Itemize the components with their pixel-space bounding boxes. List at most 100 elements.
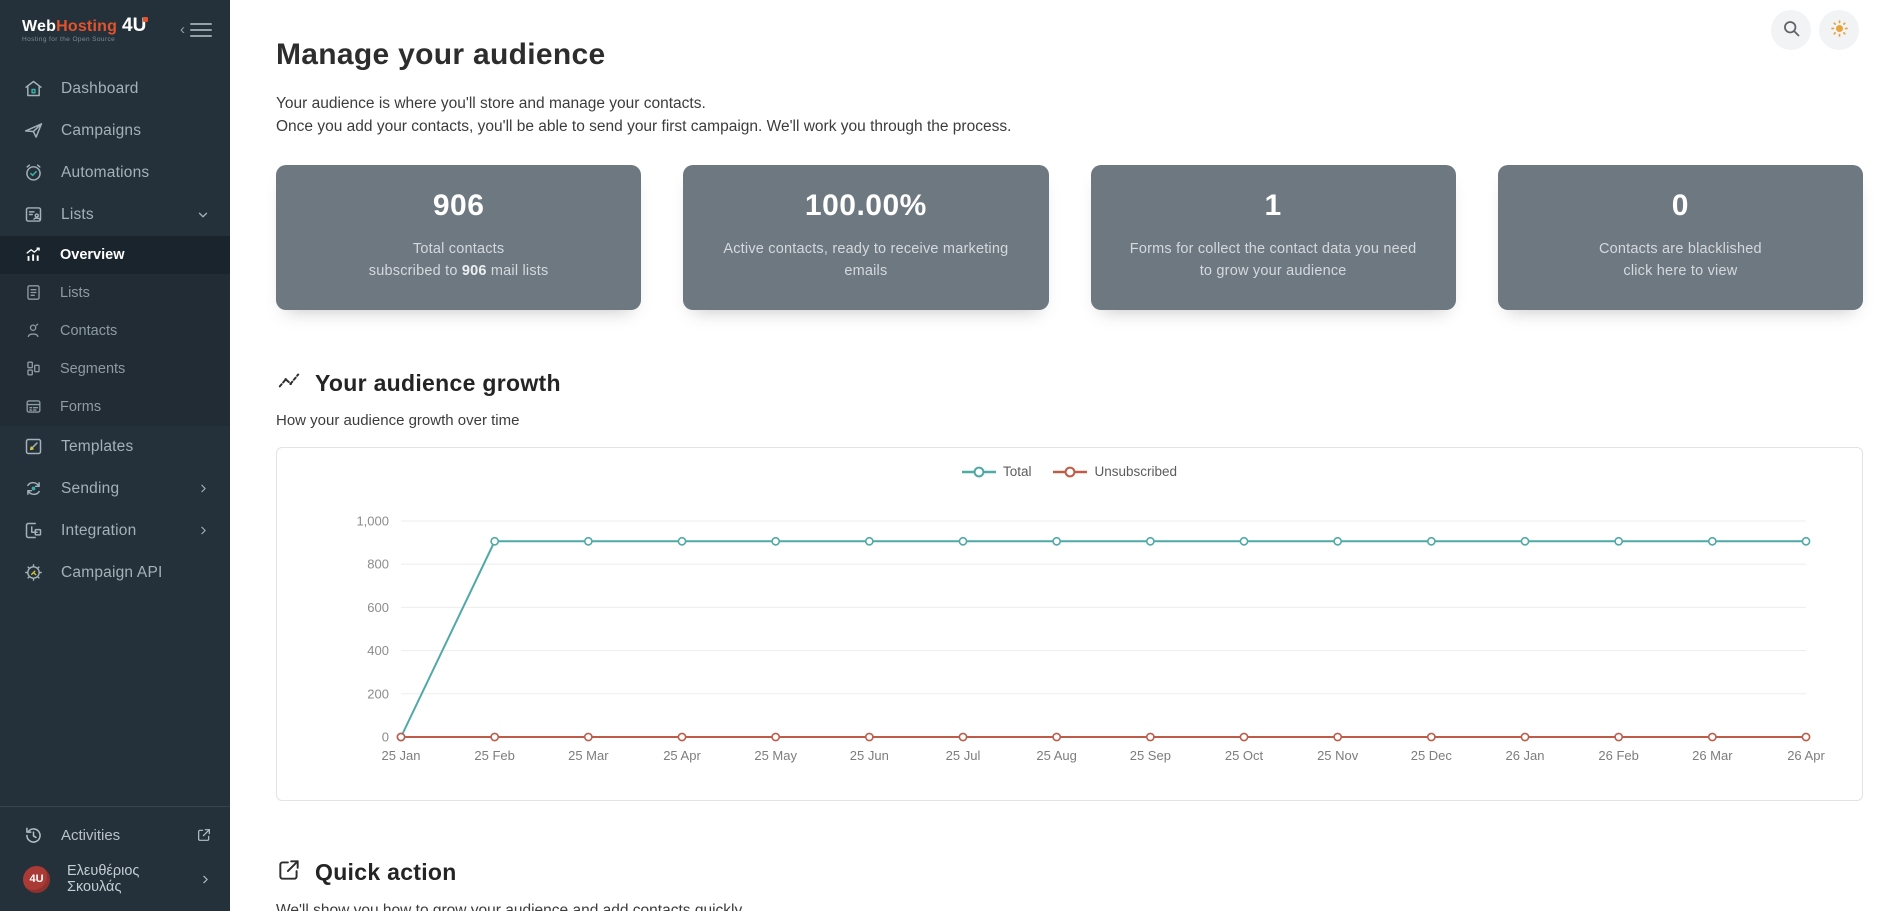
svg-text:0: 0 bbox=[382, 730, 389, 745]
legend-item-total[interactable]: Total bbox=[961, 464, 1032, 480]
svg-text:25 Nov: 25 Nov bbox=[1317, 748, 1359, 763]
history-clock-icon bbox=[23, 825, 44, 846]
sidebar-item-integration[interactable]: Integration bbox=[0, 510, 230, 552]
svg-text:800: 800 bbox=[367, 557, 389, 572]
sidebar-item-label: Overview bbox=[60, 246, 125, 263]
chevron-right-icon bbox=[199, 873, 212, 886]
stat-card-total-contacts: 906 Total contacts subscribed to 906 mai… bbox=[276, 164, 642, 311]
stat-card-active-contacts: 100.00% Active contacts, ready to receiv… bbox=[683, 164, 1049, 311]
sidebar-item-sending[interactable]: Sending bbox=[0, 468, 230, 510]
stat-card-blacklisted[interactable]: 0 Contacts are blacklished click here to… bbox=[1497, 164, 1863, 311]
stat-label: Total contacts subscribed to 906 mail li… bbox=[292, 238, 625, 283]
id-card-icon bbox=[23, 204, 44, 225]
stat-line-1: Active contacts, ready to receive market… bbox=[723, 240, 1009, 257]
legend-label: Unsubscribed bbox=[1094, 464, 1178, 480]
sidebar-item-campaigns[interactable]: Campaigns bbox=[0, 110, 230, 152]
sidebar-item-templates[interactable]: Templates bbox=[0, 426, 230, 468]
logo-row: WebHosting Hosting for the Open Source 4… bbox=[0, 0, 230, 58]
legend-marker-icon bbox=[961, 466, 996, 478]
growth-section-title: Your audience growth bbox=[315, 370, 561, 397]
main-content: Manage your audience Your audience is wh… bbox=[230, 0, 1879, 911]
sidebar-item-label: Campaign API bbox=[61, 563, 163, 581]
svg-text:400: 400 bbox=[367, 644, 389, 659]
growth-section-subtitle: How your audience growth over time bbox=[276, 412, 520, 430]
intro-line-1: Your audience is where you'll store and … bbox=[276, 95, 706, 112]
segments-icon bbox=[24, 359, 43, 378]
page-title: Manage your audience bbox=[276, 38, 606, 71]
stat-value: 1 bbox=[1264, 188, 1282, 222]
stat-line-1: Contacts are blacklished bbox=[1598, 240, 1762, 257]
svg-text:26 Feb: 26 Feb bbox=[1598, 748, 1638, 763]
growth-chart-svg: 0 200 400 600 800 1,000 25 Jan 25 Feb 25 Mar 25 A… bbox=[356, 514, 1825, 764]
theme-toggle-button[interactable] bbox=[1819, 10, 1859, 50]
legend-label: Total bbox=[1002, 464, 1032, 480]
header-actions bbox=[1771, 10, 1859, 50]
forms-icon bbox=[24, 397, 43, 416]
growth-section-header: Your audience growth bbox=[276, 368, 1879, 399]
stat-card-forms: 1 Forms for collect the contact data you… bbox=[1090, 164, 1456, 311]
stat-label: Active contacts, ready to receive market… bbox=[699, 238, 1032, 283]
trend-line-icon bbox=[276, 368, 302, 399]
hamburger-icon bbox=[190, 22, 212, 37]
search-button[interactable] bbox=[1771, 10, 1811, 50]
sidebar-item-lists[interactable]: Lists bbox=[0, 194, 230, 236]
brand-logo[interactable]: WebHosting Hosting for the Open Source 4… bbox=[22, 15, 149, 44]
bar-chart-icon bbox=[24, 245, 43, 264]
svg-text:25 Feb: 25 Feb bbox=[474, 748, 514, 763]
svg-text:25 Oct: 25 Oct bbox=[1225, 748, 1264, 763]
brand-tagline: Hosting for the Open Source bbox=[22, 36, 116, 43]
user-name: Ελευθέριος Σκουλάς bbox=[67, 863, 140, 895]
sync-icon bbox=[23, 478, 44, 499]
stat-line-2: to grow your audience bbox=[1199, 262, 1347, 279]
svg-text:25 Dec: 25 Dec bbox=[1411, 748, 1453, 763]
avatar: 4U bbox=[23, 865, 50, 893]
external-link-icon bbox=[276, 857, 302, 888]
legend-marker-icon bbox=[1053, 466, 1088, 478]
stat-line-2-suffix: mail lists bbox=[486, 262, 549, 279]
home-icon bbox=[23, 78, 44, 99]
stat-line-2-bold: 906 bbox=[461, 262, 487, 279]
svg-text:25 Aug: 25 Aug bbox=[1036, 748, 1077, 763]
sidebar-collapse-button[interactable]: ‹ bbox=[180, 22, 212, 37]
sidebar-item-automations[interactable]: Automations bbox=[0, 152, 230, 194]
sidebar-item-segments[interactable]: Segments bbox=[0, 350, 230, 388]
stat-line-2: click here to view bbox=[1623, 262, 1738, 279]
intro-text: Your audience is where you'll store and … bbox=[276, 92, 1879, 139]
chevron-left-icon: ‹ bbox=[180, 21, 185, 39]
brand-hosting: Hosting bbox=[56, 18, 118, 35]
brand-web: Web bbox=[22, 18, 57, 35]
sidebar-item-label: Campaigns bbox=[61, 121, 142, 139]
svg-text:600: 600 bbox=[367, 600, 389, 615]
sidebar-item-contacts[interactable]: Contacts bbox=[0, 312, 230, 350]
sun-icon bbox=[1829, 18, 1850, 42]
brand-4u: 4U bbox=[122, 15, 149, 36]
sidebar-item-label: Lists bbox=[60, 284, 90, 301]
svg-text:200: 200 bbox=[367, 687, 389, 702]
stats-row: 906 Total contacts subscribed to 906 mai… bbox=[276, 164, 1863, 311]
sidebar-item-forms[interactable]: Forms bbox=[0, 388, 230, 426]
svg-text:26 Apr: 26 Apr bbox=[1787, 748, 1825, 763]
sidebar-item-label: Templates bbox=[61, 437, 134, 455]
sidebar-item-label: Lists bbox=[61, 205, 94, 223]
sidebar-item-campaign-api[interactable]: Campaign API bbox=[0, 552, 230, 594]
chart-legend: Total Unsubscribed bbox=[301, 464, 1838, 479]
user-menu[interactable]: 4U Ελευθέριος Σκουλάς bbox=[0, 857, 230, 901]
sidebar: WebHosting Hosting for the Open Source 4… bbox=[0, 0, 230, 911]
stat-line-1: Total contacts bbox=[412, 240, 505, 257]
sidebar-nav: Dashboard Campaigns Automations Lists Ov… bbox=[0, 68, 230, 594]
legend-item-unsubscribed[interactable]: Unsubscribed bbox=[1053, 464, 1177, 479]
intro-line-2: Once you add your contacts, you'll be ab… bbox=[276, 118, 1012, 136]
sidebar-item-lists-sub[interactable]: Lists bbox=[0, 274, 230, 312]
svg-text:1,000: 1,000 bbox=[356, 514, 389, 529]
document-list-icon bbox=[24, 283, 43, 302]
sidebar-footer: Activities 4U Ελευθέριος Σκουλάς bbox=[0, 806, 230, 911]
svg-text:25 Jun: 25 Jun bbox=[850, 748, 889, 763]
sidebar-item-dashboard[interactable]: Dashboard bbox=[0, 68, 230, 110]
chevron-right-icon bbox=[197, 524, 210, 537]
svg-text:25 Sep: 25 Sep bbox=[1130, 748, 1171, 763]
external-link-icon[interactable] bbox=[196, 827, 212, 843]
stat-line-2: emails bbox=[844, 262, 888, 279]
svg-text:26 Jan: 26 Jan bbox=[1505, 748, 1544, 763]
sidebar-item-overview[interactable]: Overview bbox=[0, 235, 230, 274]
sidebar-item-activities[interactable]: Activities bbox=[0, 813, 230, 857]
